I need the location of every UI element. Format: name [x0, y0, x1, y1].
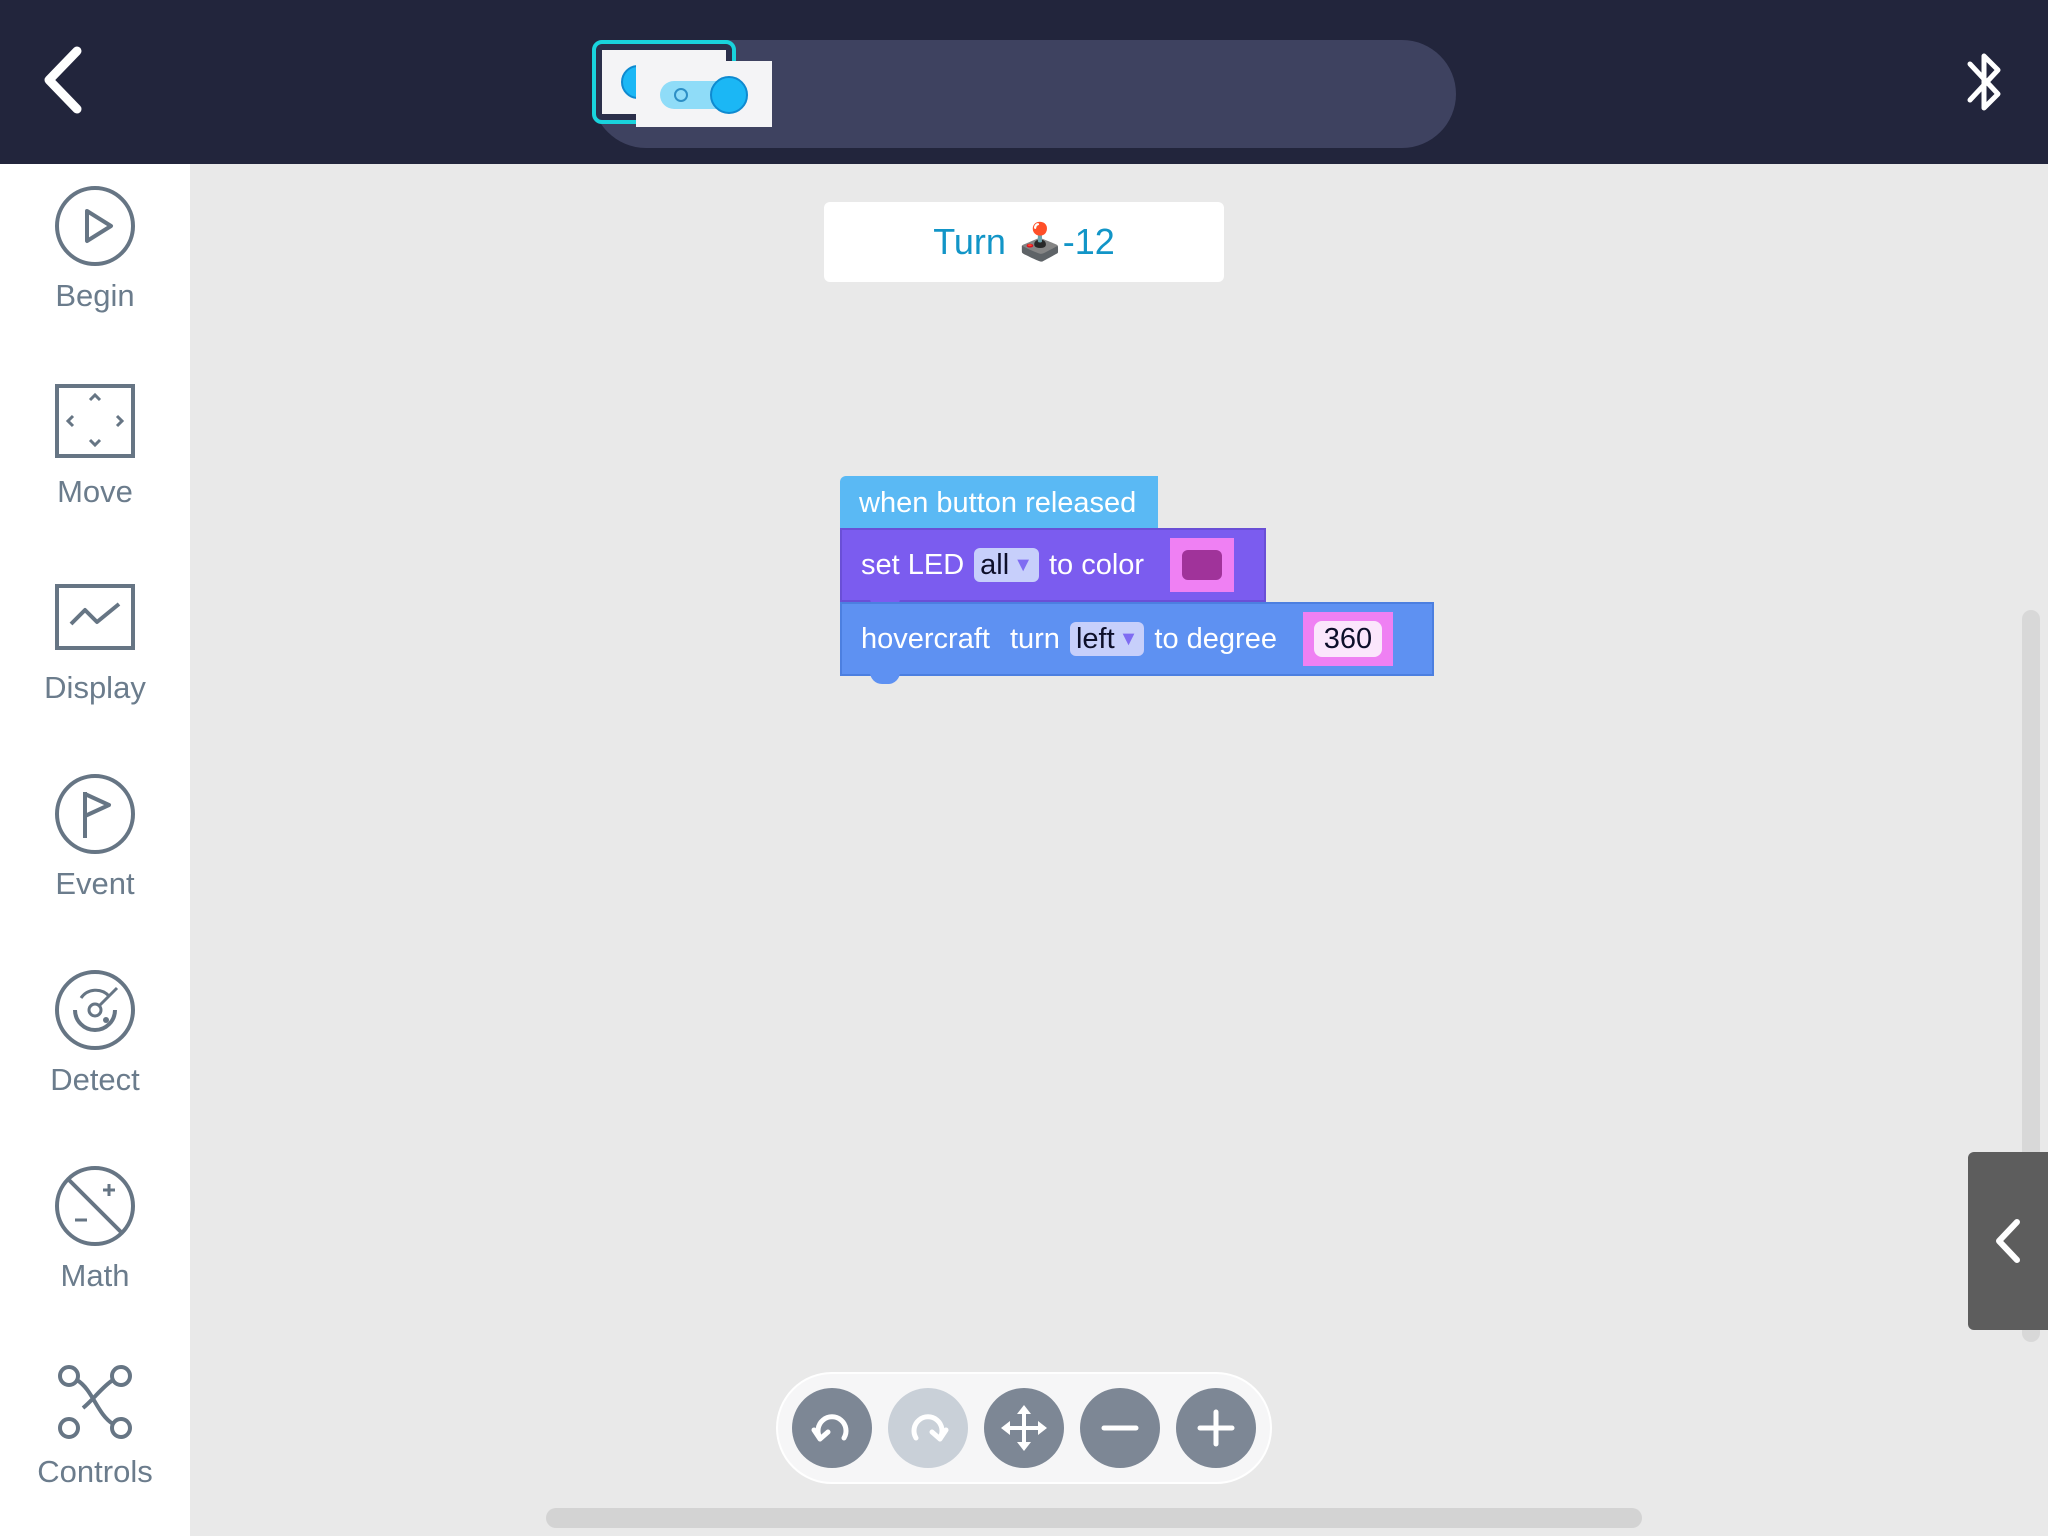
minus-icon — [1101, 1425, 1139, 1431]
radar-icon — [55, 970, 135, 1050]
block-label: to color — [1048, 548, 1145, 581]
undo-icon — [811, 1414, 849, 1442]
math-icon — [55, 1166, 135, 1246]
color-input-slot[interactable] — [1170, 538, 1235, 592]
color-swatch[interactable] — [1182, 550, 1223, 580]
toggle-switch-icon — [660, 76, 748, 114]
move-arrows-icon — [55, 384, 135, 458]
dropdown-arrow-icon: ▼ — [1118, 627, 1139, 650]
back-button[interactable] — [30, 40, 96, 120]
horizontal-scrollbar[interactable] — [546, 1508, 1642, 1528]
bluetooth-button[interactable] — [1960, 42, 2010, 122]
block-label: to degree — [1154, 622, 1277, 655]
when-button-released-block[interactable]: when button released — [840, 476, 1158, 530]
pan-button[interactable] — [984, 1388, 1064, 1468]
zoom-out-button[interactable] — [1080, 1388, 1160, 1468]
workspace-toolbar — [776, 1372, 1272, 1484]
sidebar-item-label: Display — [44, 670, 146, 705]
bluetooth-icon — [1967, 53, 2001, 111]
degree-input-slot[interactable]: 360 — [1302, 612, 1393, 666]
sidebar-item-label: Controls — [37, 1454, 153, 1489]
redo-icon — [911, 1414, 949, 1442]
block-label: hovercraft — [861, 622, 990, 655]
device-selector — [592, 40, 1456, 148]
switch-device-tile[interactable] — [636, 61, 772, 127]
title-text: Turn — [933, 221, 1006, 262]
sidebar-item-controls[interactable]: Controls — [0, 1340, 190, 1536]
sidebar-item-display[interactable]: Display — [0, 556, 190, 752]
set-led-color-block[interactable]: set LED all ▼ to color — [840, 528, 1266, 610]
sidebar-item-label: Event — [55, 866, 135, 901]
sidebar-item-event[interactable]: Event — [0, 752, 190, 948]
sidebar-item-move[interactable]: Move — [0, 360, 190, 556]
top-bar — [0, 0, 2048, 164]
flag-icon — [55, 774, 135, 854]
controls-icon — [58, 1365, 132, 1439]
plus-icon — [1197, 1409, 1235, 1447]
sidebar-item-label: Math — [60, 1258, 130, 1293]
block-label: set LED — [861, 548, 965, 581]
dropdown-arrow-icon: ▼ — [1013, 553, 1033, 576]
turn-direction-dropdown[interactable]: left ▼ — [1069, 622, 1145, 656]
hovercraft-turn-block[interactable]: hovercraft turn left ▼ to degree 360 — [840, 602, 1434, 684]
dropdown-value: all — [980, 548, 1010, 581]
sidebar-item-begin[interactable]: Begin — [0, 164, 190, 360]
block-workspace[interactable] — [190, 164, 2048, 1536]
sidebar-item-math[interactable]: Math — [0, 1144, 190, 1340]
sidebar-item-detect[interactable]: Detect — [0, 948, 190, 1144]
block-label: turn — [1009, 622, 1060, 655]
drawer-toggle-button[interactable] — [1968, 1152, 2048, 1330]
sidebar-item-label: Detect — [50, 1062, 140, 1097]
sidebar-item-label: Move — [57, 474, 133, 509]
block-label: when button released — [859, 486, 1137, 519]
category-sidebar: Begin Move Display Event Detect Math Con… — [0, 164, 190, 1536]
joystick-icon: 🕹️ — [1017, 221, 1063, 262]
undo-button[interactable] — [792, 1388, 872, 1468]
zoom-in-button[interactable] — [1176, 1388, 1256, 1468]
degree-value[interactable]: 360 — [1313, 621, 1383, 657]
title-suffix: -12 — [1062, 221, 1115, 262]
display-wave-icon — [55, 584, 135, 650]
project-title: Turn 🕹️ -12 — [824, 202, 1224, 282]
chevron-left-icon — [1996, 1219, 2020, 1263]
play-circle-icon — [55, 186, 135, 266]
sidebar-item-label: Begin — [55, 278, 135, 313]
move-icon — [1001, 1405, 1047, 1451]
chevron-left-icon — [44, 46, 82, 114]
led-target-dropdown[interactable]: all ▼ — [974, 548, 1039, 582]
dropdown-value: left — [1075, 622, 1115, 655]
redo-button[interactable] — [888, 1388, 968, 1468]
